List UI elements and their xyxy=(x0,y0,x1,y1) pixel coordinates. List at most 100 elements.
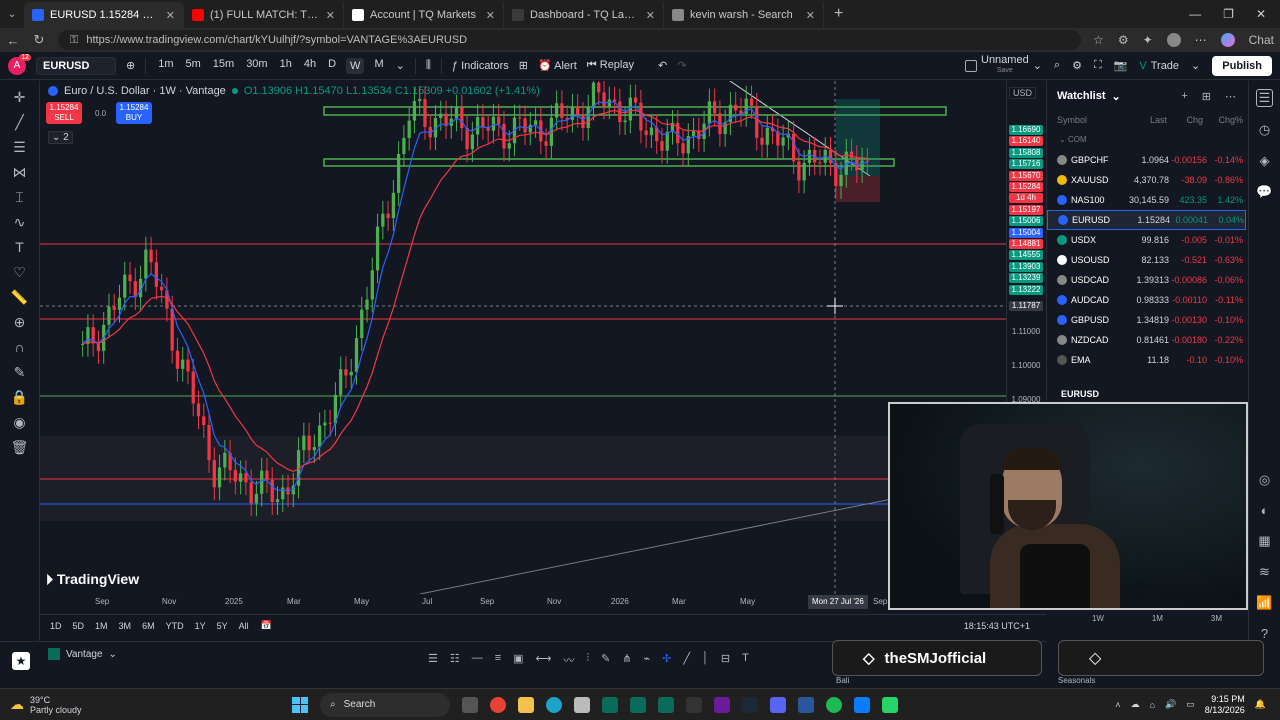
text-cursor-icon[interactable]: ⌶ xyxy=(11,189,29,205)
browser-tab[interactable]: Account | TQ Markets ✕ xyxy=(344,2,504,28)
ruler-icon[interactable]: 📏 xyxy=(11,289,29,305)
copilot-icon[interactable] xyxy=(1220,33,1235,47)
favorites-bar-icon[interactable]: ✦ xyxy=(1143,33,1153,47)
webcam-tab[interactable]: 1W xyxy=(1092,614,1104,623)
maximize-icon[interactable]: ❐ xyxy=(1223,7,1234,21)
battery-icon[interactable]: ▭ xyxy=(1186,699,1195,710)
eye-icon[interactable]: ◉ xyxy=(11,414,29,430)
brush-icon[interactable]: ∿ xyxy=(11,214,29,230)
tab-close-icon[interactable]: ✕ xyxy=(326,9,335,22)
browser-tab[interactable]: EURUSD 1.15284 ▲ +0.04% Unnam ✕ xyxy=(24,2,184,28)
watchlist-row[interactable]: USDCAD 1.39313 -0.00086 -0.06% xyxy=(1047,270,1246,290)
menu-icon[interactable]: ⋯ xyxy=(1195,33,1207,47)
app-icon[interactable] xyxy=(574,696,590,713)
box-icon[interactable]: ⊟ xyxy=(721,652,730,668)
watchlist-row[interactable]: GBPUSD 1.34819 -0.00130 -0.10% xyxy=(1047,310,1246,330)
discord-icon[interactable] xyxy=(770,696,786,713)
chevron-up-icon[interactable]: ˄ xyxy=(1115,700,1120,710)
edge-icon[interactable] xyxy=(546,696,562,713)
watchlist-row[interactable]: EURUSD 1.15284 0.00041 0.04% xyxy=(1047,210,1246,230)
timeframe-4h[interactable]: 4h xyxy=(302,58,318,74)
chat-icon[interactable]: 💬 xyxy=(1256,184,1272,200)
vline-icon[interactable]: │ xyxy=(702,652,709,668)
range-ytd[interactable]: YTD xyxy=(166,621,184,631)
vantage-app-icon[interactable] xyxy=(630,696,646,713)
watchlist-row[interactable]: GBPCHF 1.0964 -0.00156 -0.14% xyxy=(1047,150,1246,170)
quick-search-icon[interactable]: ⌕ xyxy=(1054,59,1060,72)
chevron-down-icon[interactable]: ⌄ xyxy=(1112,90,1121,103)
time-axis[interactable]: Sep Nov 2025 Mar May Jul Sep Nov 2026 Mar May Mon 2… xyxy=(40,594,1006,610)
range-1y[interactable]: 1Y xyxy=(195,621,206,631)
watchlist-group[interactable]: ⌄ COM xyxy=(1047,129,1246,150)
cloud-icon[interactable]: ☁ xyxy=(1131,699,1140,710)
brush-icon[interactable]: ⌁ xyxy=(644,652,651,668)
cross-icon[interactable]: ✢ xyxy=(662,652,671,668)
folder-icon[interactable] xyxy=(518,696,534,713)
chevron-down-icon[interactable]: ⌄ xyxy=(1191,59,1200,72)
taskbar-search[interactable]: ⌕ Search xyxy=(320,692,450,717)
next-app-icon[interactable] xyxy=(714,696,730,713)
task-view-icon[interactable] xyxy=(462,696,478,713)
spotify-icon[interactable] xyxy=(826,696,842,713)
chat-label[interactable]: Chat xyxy=(1249,33,1274,47)
lock-draw-icon[interactable]: ✎ xyxy=(11,364,29,380)
redo-icon[interactable]: ↷ xyxy=(677,59,686,72)
range-all[interactable]: All xyxy=(239,621,249,631)
refresh-icon[interactable]: ↻ xyxy=(32,32,46,48)
fib-icon[interactable]: ☰ xyxy=(11,139,29,155)
timeframe-1m[interactable]: 1m xyxy=(156,58,175,74)
tab-close-icon[interactable]: ✕ xyxy=(486,9,495,22)
bars-icon[interactable]: ⫶ xyxy=(586,652,589,668)
close-window-icon[interactable]: ✕ xyxy=(1256,7,1266,21)
calendar-icon[interactable]: ▦ xyxy=(1258,533,1270,549)
start-icon[interactable] xyxy=(292,696,308,713)
list-icon[interactable]: ☷ xyxy=(450,652,460,668)
add-icon[interactable]: + xyxy=(1181,90,1187,103)
rectangle-icon[interactable]: ▣ xyxy=(513,652,523,668)
signal-icon[interactable]: 📶 xyxy=(1256,595,1272,611)
undo-icon[interactable]: ↶ xyxy=(658,59,667,72)
streams-icon[interactable]: ≋ xyxy=(1259,564,1270,580)
chart-pane[interactable]: Euro / U.S. Dollar · 1W · Vantage O1.139… xyxy=(40,81,1006,594)
network-icon[interactable]: ⌂ xyxy=(1150,700,1155,710)
watchlist-row[interactable]: AUDCAD 0.98333 -0.00110 -0.11% xyxy=(1047,290,1246,310)
heart-icon[interactable]: ♡ xyxy=(11,264,29,280)
chrome-icon[interactable] xyxy=(490,696,506,713)
indicator-count-badge[interactable]: ⌄ 2 xyxy=(48,131,73,144)
range-1m[interactable]: 1M xyxy=(95,621,108,631)
range-5y[interactable]: 5Y xyxy=(217,621,228,631)
range-5d[interactable]: 5D xyxy=(73,621,85,631)
range-6m[interactable]: 6M xyxy=(142,621,155,631)
minimize-icon[interactable]: — xyxy=(1189,7,1201,21)
crosshair-icon[interactable]: ✛ xyxy=(11,89,29,105)
steam-icon[interactable] xyxy=(742,696,758,713)
calendar-icon[interactable]: 📅 xyxy=(261,620,272,631)
browser-tab[interactable]: (1) FULL MATCH: The Undertaker ✕ xyxy=(184,2,344,28)
taskbar-clock[interactable]: 9:15 PM 8/13/2026 xyxy=(1205,694,1245,716)
browser-tab[interactable]: kevin warsh - Search ✕ xyxy=(664,2,824,28)
help-icon[interactable]: ? xyxy=(1261,626,1268,641)
currency-label[interactable]: USD xyxy=(1009,87,1037,99)
column-header[interactable]: Chg% xyxy=(1203,115,1243,125)
clock-icon[interactable]: ◷ xyxy=(1259,122,1270,138)
target-icon[interactable]: ◎ xyxy=(1259,472,1270,488)
star-app-icon[interactable] xyxy=(686,696,702,713)
sell-button[interactable]: 1.15284 SELL xyxy=(46,102,82,124)
trade-button[interactable]: V Trade xyxy=(1139,60,1179,72)
indicators-button[interactable]: ƒ Indicators xyxy=(452,60,509,72)
price-chart[interactable] xyxy=(40,81,1006,594)
more-icon[interactable]: ⋯ xyxy=(1225,90,1236,103)
layers-icon[interactable]: ◈ xyxy=(1260,153,1270,169)
watchlist-row[interactable]: USOUSD 82.133 -0.521 -0.63% xyxy=(1047,250,1246,270)
details-header[interactable]: EURUSD xyxy=(1061,389,1099,399)
user-avatar[interactable]: A 12 xyxy=(8,53,31,75)
watchlist-row[interactable]: EMA 11.18 -0.10 -0.10% xyxy=(1047,350,1246,370)
layout-icon[interactable]: ⊞ xyxy=(1202,90,1211,103)
text-icon[interactable]: T xyxy=(11,239,29,255)
timeframe-30m[interactable]: 30m xyxy=(244,58,269,74)
browser-tab[interactable]: Dashboard - TQ Labs | Your Trade ✕ xyxy=(504,2,664,28)
add-symbol-icon[interactable]: ⊕ xyxy=(126,59,135,72)
tab-close-icon[interactable]: ✕ xyxy=(646,9,655,22)
timeframe-D[interactable]: D xyxy=(326,58,338,74)
wave-icon[interactable]: 〰 xyxy=(563,652,574,668)
